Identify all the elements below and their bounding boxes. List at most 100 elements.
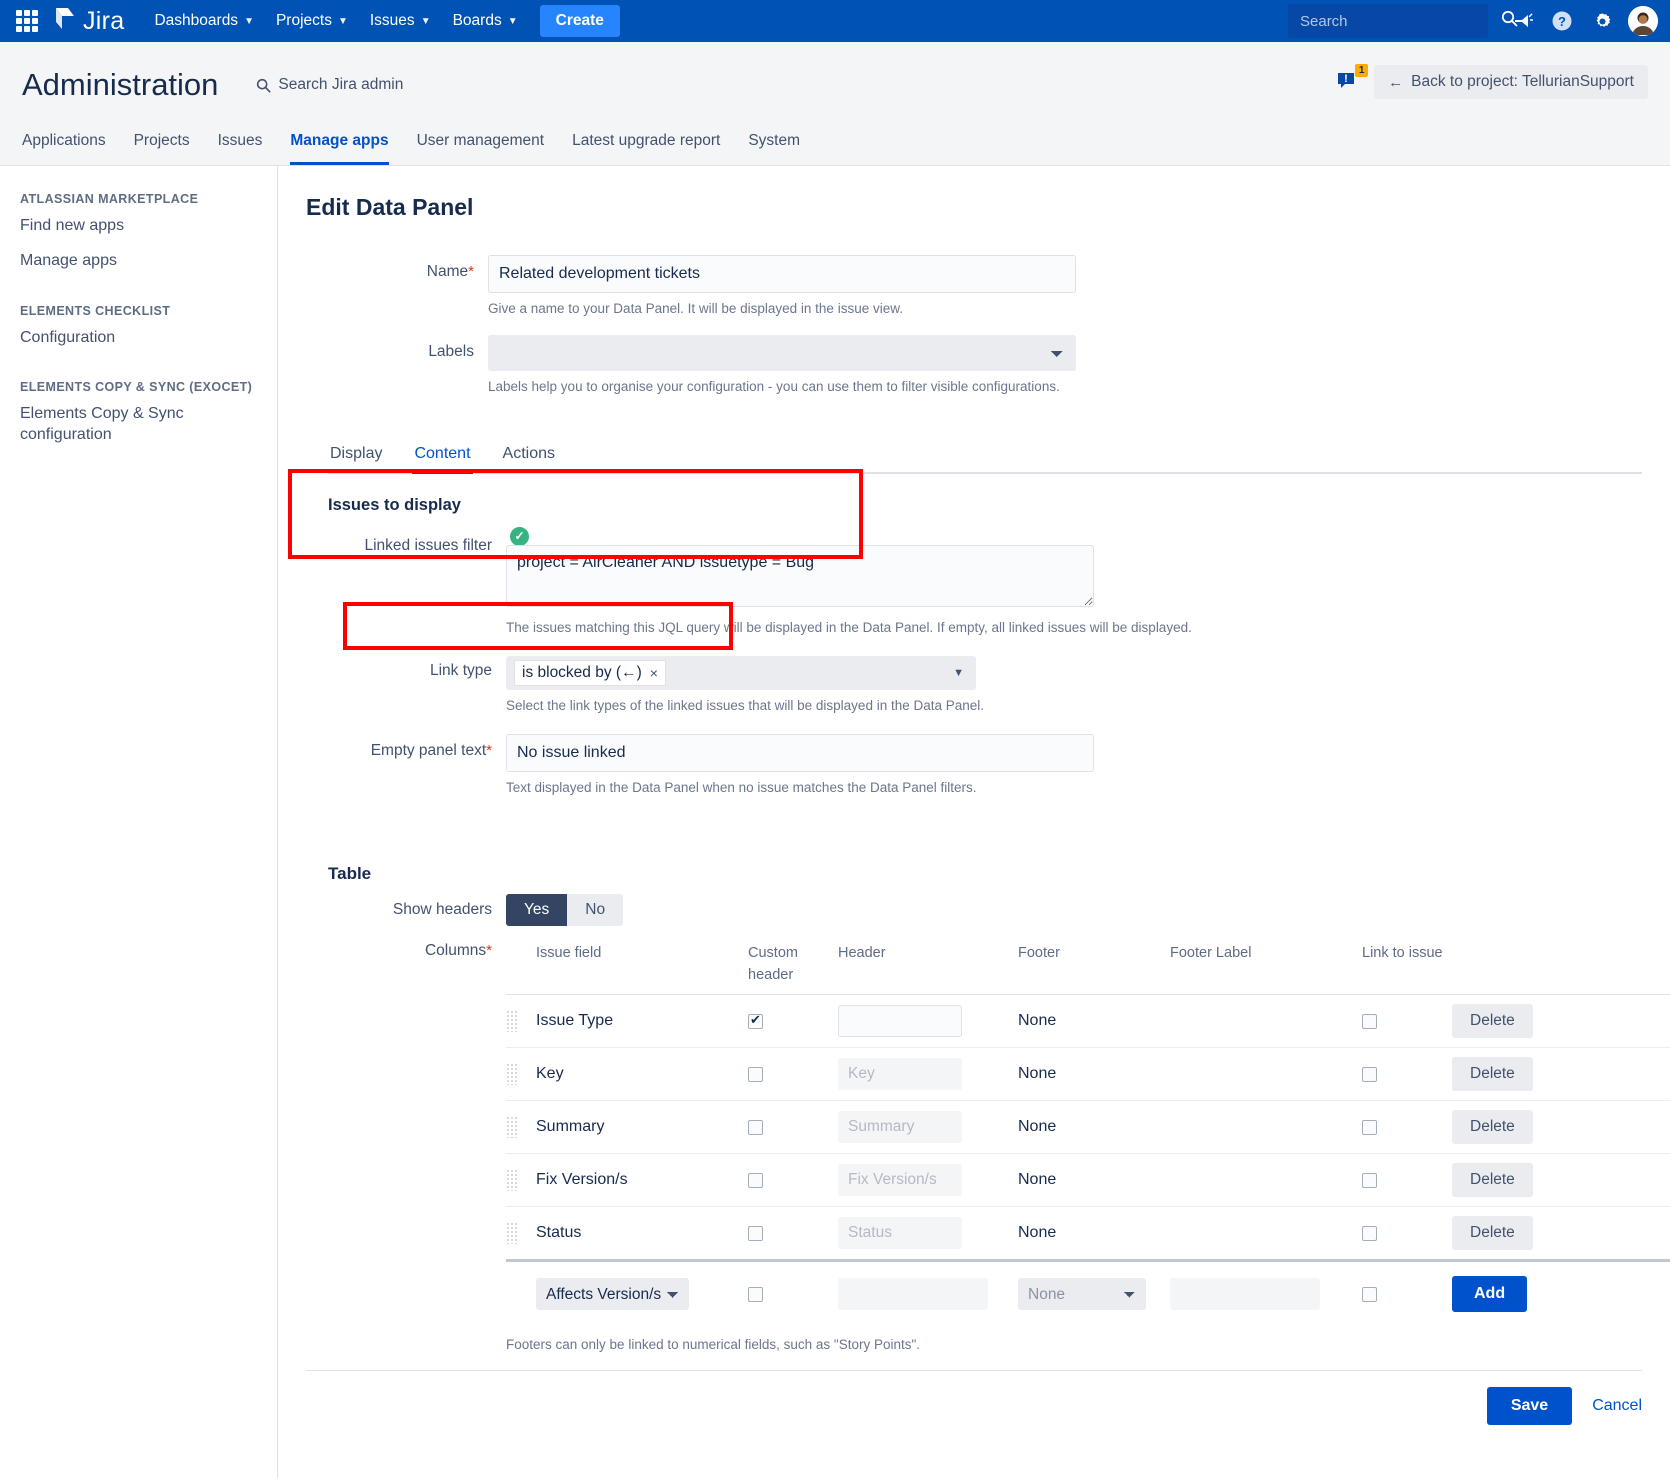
tab-content[interactable]: Content — [412, 439, 472, 474]
save-button[interactable]: Save — [1487, 1387, 1572, 1425]
add-row-footer-cell: None — [1018, 1261, 1170, 1327]
link-to-issue-checkbox[interactable] — [1362, 1226, 1377, 1241]
admin-tab-issues[interactable]: Issues — [218, 124, 263, 165]
link-to-issue-checkbox[interactable] — [1362, 1014, 1377, 1029]
link-type-select[interactable]: is blocked by (←) × ▼ — [506, 656, 976, 690]
labels-label: Labels — [306, 335, 488, 361]
help-icon[interactable]: ? — [1545, 4, 1579, 38]
link-type-chip[interactable]: is blocked by (←) × — [514, 660, 666, 686]
close-icon[interactable]: × — [650, 665, 658, 681]
row-footer-label-cell — [1170, 1207, 1362, 1261]
columns-table-body: Issue Type None Delete Key — [506, 995, 1670, 1327]
add-custom-header-checkbox[interactable] — [748, 1287, 763, 1302]
linked-issues-filter-textarea[interactable]: project = AirCleaner AND issuetype = Bug — [506, 545, 1094, 607]
delete-button[interactable]: Delete — [1452, 1110, 1533, 1144]
header-input[interactable] — [838, 1217, 962, 1249]
delete-button[interactable]: Delete — [1452, 1216, 1533, 1250]
table-row: Summary None Delete — [506, 1101, 1670, 1154]
labels-select[interactable] — [488, 335, 1076, 371]
admin-search[interactable]: Search Jira admin — [256, 76, 403, 94]
tab-actions[interactable]: Actions — [501, 439, 557, 474]
megaphone-icon[interactable] — [1505, 4, 1539, 38]
feedback-icon[interactable]: ! 1 — [1336, 69, 1362, 95]
admin-sidebar: ATLASSIAN MARKETPLACE Find new apps Mana… — [0, 166, 278, 1478]
svg-text:?: ? — [1558, 14, 1566, 29]
sidebar-item-elements-copy-sync-configuration[interactable]: Elements Copy & Sync configuration — [20, 404, 257, 446]
jira-logo[interactable]: Jira — [52, 5, 124, 38]
row-footer-label-cell — [1170, 1048, 1362, 1101]
row-link-to-issue-cell — [1362, 1101, 1452, 1154]
add-link-to-issue-checkbox[interactable] — [1362, 1287, 1377, 1302]
name-input[interactable] — [488, 255, 1076, 293]
add-header-input[interactable] — [838, 1278, 988, 1310]
header-input[interactable] — [838, 1111, 962, 1143]
nav-issues-label: Issues — [370, 12, 415, 30]
main-content: Edit Data Panel Name* Give a name to you… — [278, 166, 1670, 1478]
nav-dashboards[interactable]: Dashboards ▼ — [146, 6, 261, 36]
header-input[interactable] — [838, 1164, 962, 1196]
cancel-link[interactable]: Cancel — [1592, 1397, 1642, 1415]
columns-table-head: Issue field Custom header Header Footer … — [506, 942, 1670, 995]
app-switcher-icon[interactable] — [14, 8, 40, 34]
add-footer-label-input[interactable] — [1170, 1278, 1320, 1310]
drag-handle-icon[interactable] — [506, 1222, 517, 1244]
header-input[interactable] — [838, 1058, 962, 1090]
custom-header-checkbox[interactable] — [748, 1067, 763, 1082]
drag-handle-icon[interactable] — [506, 1116, 517, 1138]
linked-issues-filter-control: ✓ project = AirCleaner AND issuetype = B… — [506, 529, 1642, 652]
row-footer-value: None — [1018, 1101, 1170, 1154]
field-row-empty-panel-text: Empty panel text* Text displayed in the … — [306, 734, 1642, 818]
custom-header-checkbox[interactable] — [748, 1173, 763, 1188]
sidebar-item-configuration[interactable]: Configuration — [20, 328, 257, 349]
add-footer-select[interactable]: None — [1018, 1278, 1146, 1310]
row-footer-label-cell — [1170, 1101, 1362, 1154]
custom-header-checkbox[interactable] — [748, 1014, 763, 1029]
row-drag-cell — [506, 1207, 536, 1261]
drag-handle-icon[interactable] — [506, 1063, 517, 1085]
add-button[interactable]: Add — [1452, 1276, 1527, 1312]
empty-panel-text-input[interactable] — [506, 734, 1094, 772]
admin-tab-latest-upgrade-report[interactable]: Latest upgrade report — [572, 124, 720, 165]
admin-tab-applications[interactable]: Applications — [22, 124, 106, 165]
tab-display[interactable]: Display — [328, 439, 384, 474]
global-search-box[interactable] — [1288, 4, 1488, 38]
settings-gear-icon[interactable] — [1585, 4, 1619, 38]
delete-button[interactable]: Delete — [1452, 1057, 1533, 1091]
nav-issues[interactable]: Issues ▼ — [362, 6, 439, 36]
drag-handle-icon[interactable] — [506, 1010, 517, 1032]
nav-projects[interactable]: Projects ▼ — [268, 6, 356, 36]
link-to-issue-checkbox[interactable] — [1362, 1067, 1377, 1082]
add-issue-field-select[interactable]: Affects Version/s — [536, 1278, 689, 1310]
sidebar-item-manage-apps[interactable]: Manage apps — [20, 251, 257, 272]
admin-tab-user-management[interactable]: User management — [417, 124, 545, 165]
link-to-issue-checkbox[interactable] — [1362, 1173, 1377, 1188]
labels-control: Labels help you to organise your configu… — [488, 335, 1642, 417]
linked-issues-filter-label: Linked issues filter — [306, 529, 506, 555]
row-header-cell — [838, 995, 1018, 1048]
row-field-name: Status — [536, 1207, 748, 1261]
header-input[interactable] — [838, 1005, 962, 1037]
show-headers-no-button[interactable]: No — [567, 894, 623, 926]
custom-header-checkbox[interactable] — [748, 1120, 763, 1135]
back-to-project-button[interactable]: ← Back to project: TellurianSupport — [1374, 65, 1648, 99]
show-headers-yes-button[interactable]: Yes — [506, 894, 567, 926]
delete-button[interactable]: Delete — [1452, 1163, 1533, 1197]
columns-header-row: Issue field Custom header Header Footer … — [506, 942, 1670, 995]
admin-tab-manage-apps[interactable]: Manage apps — [290, 124, 388, 165]
drag-handle-icon[interactable] — [506, 1169, 517, 1191]
custom-header-checkbox[interactable] — [748, 1226, 763, 1241]
nav-projects-label: Projects — [276, 12, 332, 30]
field-row-labels: Labels Labels help you to organise your … — [306, 335, 1642, 417]
global-search-input[interactable] — [1298, 12, 1501, 31]
row-header-cell — [838, 1154, 1018, 1207]
required-asterisk: * — [486, 942, 492, 959]
sidebar-item-find-new-apps[interactable]: Find new apps — [20, 216, 257, 237]
nav-boards[interactable]: Boards ▼ — [445, 6, 526, 36]
admin-tab-system[interactable]: System — [748, 124, 800, 165]
create-button[interactable]: Create — [540, 5, 620, 37]
link-to-issue-checkbox[interactable] — [1362, 1120, 1377, 1135]
admin-tab-projects[interactable]: Projects — [134, 124, 190, 165]
name-control: Give a name to your Data Panel. It will … — [488, 255, 1642, 339]
user-avatar[interactable] — [1628, 6, 1658, 36]
delete-button[interactable]: Delete — [1452, 1004, 1533, 1038]
